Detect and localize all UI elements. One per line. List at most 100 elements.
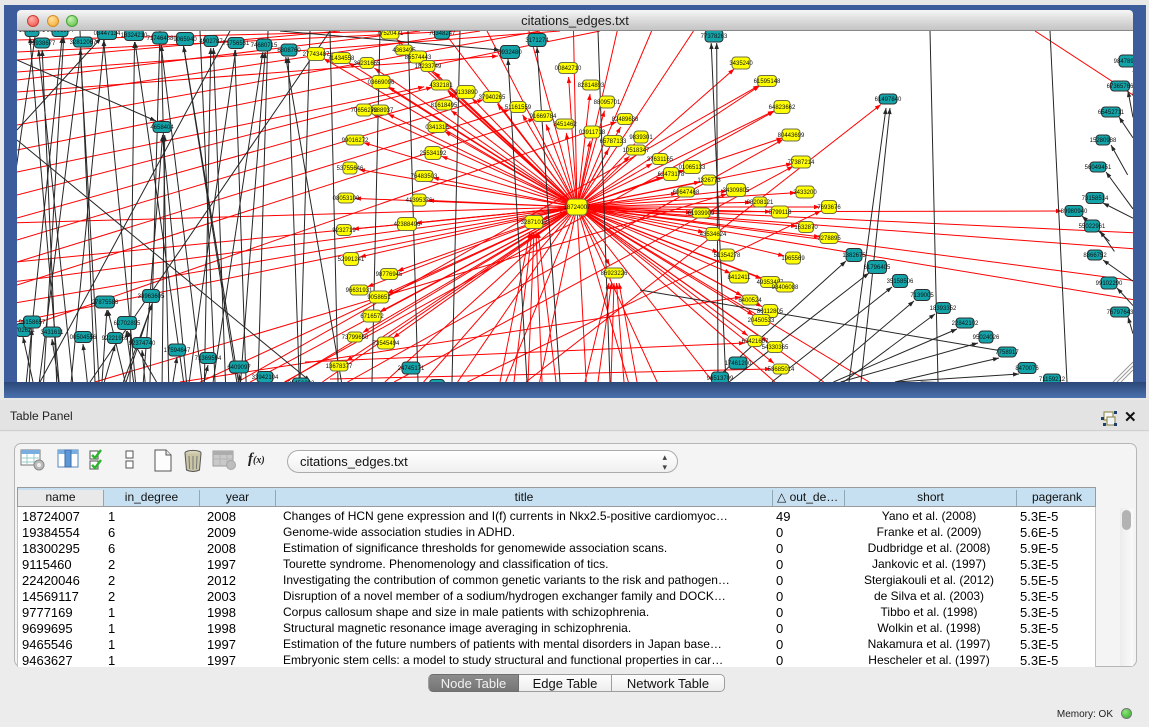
svg-text:77387214: 77387214 bbox=[788, 160, 815, 166]
svg-text:88208121: 88208121 bbox=[747, 200, 774, 206]
svg-text:20450533: 20450533 bbox=[748, 318, 775, 324]
svg-text:71434558: 71434558 bbox=[328, 56, 355, 62]
svg-text:03911718: 03911718 bbox=[579, 130, 606, 136]
svg-text:65452711: 65452711 bbox=[1098, 110, 1125, 116]
svg-text:7758917: 7758917 bbox=[995, 350, 1019, 356]
svg-text:03669096: 03669096 bbox=[368, 80, 395, 86]
svg-text:27743487: 27743487 bbox=[303, 52, 330, 58]
svg-text:99091334: 99091334 bbox=[47, 31, 74, 34]
svg-text:6400524: 6400524 bbox=[738, 298, 762, 304]
svg-text:7139005: 7139005 bbox=[910, 293, 934, 299]
svg-text:77520471: 77520471 bbox=[377, 31, 404, 37]
svg-text:71746488: 71746488 bbox=[147, 36, 174, 42]
svg-text:17594647: 17594647 bbox=[164, 348, 191, 354]
svg-text:71756551: 71756551 bbox=[223, 41, 250, 47]
svg-text:52991241: 52991241 bbox=[338, 257, 365, 263]
svg-text:82814893: 82814893 bbox=[578, 83, 605, 89]
svg-text:00842710: 00842710 bbox=[555, 66, 582, 72]
svg-text:53755646: 53755646 bbox=[337, 166, 364, 172]
svg-text:56049451: 56049451 bbox=[1085, 165, 1112, 171]
svg-text:7693676: 7693676 bbox=[817, 205, 841, 211]
svg-text:74680715: 74680715 bbox=[251, 43, 278, 49]
svg-text:33963605: 33963605 bbox=[138, 294, 165, 300]
svg-text:8412411: 8412411 bbox=[728, 275, 752, 281]
svg-text:36231665: 36231665 bbox=[354, 61, 381, 67]
svg-text:4332181: 4332181 bbox=[429, 83, 453, 89]
svg-text:61595148: 61595148 bbox=[754, 79, 781, 85]
svg-text:82489638: 82489638 bbox=[612, 117, 639, 123]
svg-text:00504556: 00504556 bbox=[70, 335, 97, 341]
svg-text:6716572: 6716572 bbox=[360, 314, 384, 320]
svg-text:08053100: 08053100 bbox=[333, 196, 360, 202]
svg-text:18724007: 18724007 bbox=[564, 205, 591, 211]
svg-text:51354278: 51354278 bbox=[714, 253, 741, 259]
svg-text:8366752: 8366752 bbox=[1083, 253, 1107, 259]
svg-text:8702621: 8702621 bbox=[17, 328, 35, 334]
svg-text:89980940: 89980940 bbox=[1061, 209, 1088, 215]
svg-text:96631931: 96631931 bbox=[346, 288, 373, 294]
svg-text:37940265: 37940265 bbox=[479, 95, 506, 101]
svg-text:76797643: 76797643 bbox=[1107, 310, 1133, 316]
svg-text:1965569: 1965569 bbox=[781, 256, 805, 262]
svg-text:3431611: 3431611 bbox=[41, 330, 65, 336]
svg-text:86923226: 86923226 bbox=[601, 271, 628, 277]
svg-text:18393352: 18393352 bbox=[930, 306, 957, 312]
svg-text:0932480: 0932480 bbox=[498, 50, 522, 56]
svg-text:3435240: 3435240 bbox=[729, 61, 753, 67]
svg-text:24745171: 24745171 bbox=[398, 366, 425, 372]
svg-text:25534192: 25534192 bbox=[420, 151, 447, 157]
svg-text:41395376: 41395376 bbox=[406, 198, 433, 204]
svg-text:54330365: 54330365 bbox=[762, 345, 789, 351]
svg-text:99938677: 99938677 bbox=[29, 41, 56, 47]
svg-text:92221969: 92221969 bbox=[102, 336, 129, 342]
svg-text:4658404: 4658404 bbox=[150, 125, 174, 131]
svg-text:6808760: 6808760 bbox=[277, 48, 301, 54]
svg-text:9065940: 9065940 bbox=[173, 37, 197, 43]
svg-text:51161559: 51161559 bbox=[505, 105, 532, 111]
svg-text:98478961: 98478961 bbox=[1114, 59, 1133, 65]
svg-text:96158657: 96158657 bbox=[19, 320, 46, 326]
svg-text:34309805: 34309805 bbox=[723, 188, 750, 194]
svg-text:8470076: 8470076 bbox=[1015, 366, 1039, 372]
svg-text:98776945: 98776945 bbox=[376, 272, 403, 278]
svg-text:92374740: 92374740 bbox=[129, 341, 156, 347]
svg-text:9232719: 9232719 bbox=[332, 228, 356, 234]
svg-text:1326773: 1326773 bbox=[697, 178, 721, 184]
svg-text:77378263: 77378263 bbox=[701, 34, 728, 40]
svg-text:71369594: 71369594 bbox=[195, 356, 222, 362]
svg-text:9058651: 9058651 bbox=[367, 295, 391, 301]
svg-text:0799118: 0799118 bbox=[769, 210, 793, 216]
svg-text:70348247: 70348247 bbox=[429, 31, 456, 37]
svg-text:62702895: 62702895 bbox=[114, 321, 141, 327]
svg-text:73545494: 73545494 bbox=[373, 341, 400, 347]
svg-text:22842102: 22842102 bbox=[952, 321, 979, 327]
svg-text:19022941: 19022941 bbox=[19, 31, 46, 34]
svg-text:43534624: 43534624 bbox=[700, 232, 727, 238]
svg-text:0133890: 0133890 bbox=[454, 90, 478, 96]
svg-text:18233749: 18233749 bbox=[415, 64, 442, 70]
svg-text:99016272: 99016272 bbox=[342, 138, 369, 144]
svg-text:60647468: 60647468 bbox=[673, 190, 700, 196]
svg-text:70656272: 70656272 bbox=[351, 108, 378, 114]
svg-text:01065133: 01065133 bbox=[679, 165, 706, 171]
svg-text:35158506: 35158506 bbox=[887, 279, 914, 285]
svg-text:95024026: 95024026 bbox=[973, 335, 1000, 341]
svg-text:8451462: 8451462 bbox=[553, 122, 577, 128]
svg-text:7278895: 7278895 bbox=[817, 236, 841, 242]
svg-text:80443699: 80443699 bbox=[778, 133, 805, 139]
svg-text:65787133: 65787133 bbox=[600, 139, 627, 145]
svg-text:88095701: 88095701 bbox=[594, 100, 621, 106]
svg-text:62473178: 62473178 bbox=[658, 172, 685, 178]
svg-text:73799650: 73799650 bbox=[342, 335, 369, 341]
svg-text:61497840: 61497840 bbox=[875, 97, 902, 103]
svg-text:32871012: 32871012 bbox=[521, 220, 548, 226]
svg-text:32812067: 32812067 bbox=[70, 40, 97, 46]
svg-text:93406088: 93406088 bbox=[772, 285, 799, 291]
svg-text:1632870: 1632870 bbox=[794, 225, 818, 231]
svg-text:99102290: 99102290 bbox=[1096, 281, 1123, 287]
svg-text:76483503: 76483503 bbox=[411, 174, 438, 180]
svg-text:18324210: 18324210 bbox=[121, 33, 148, 39]
svg-text:91669784: 91669784 bbox=[530, 114, 557, 120]
svg-text:10518347: 10518347 bbox=[623, 148, 650, 154]
svg-text:67365766: 67365766 bbox=[1107, 84, 1133, 90]
